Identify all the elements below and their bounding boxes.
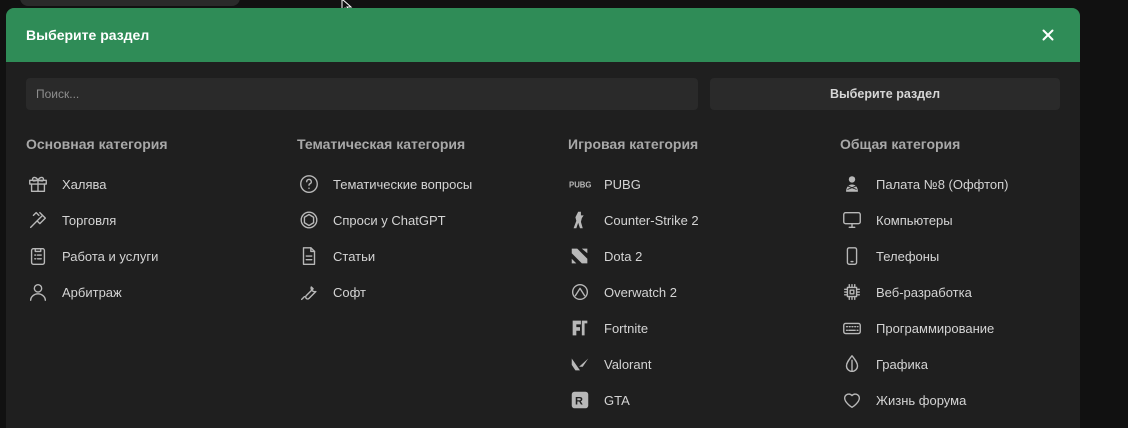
keyboard-icon (840, 316, 864, 340)
chip-icon (840, 280, 864, 304)
category-item[interactable]: Спроси у ChatGPT (297, 208, 446, 232)
category-item[interactable]: Компьютеры (840, 208, 953, 232)
patient-icon (840, 172, 864, 196)
category-item[interactable]: Valorant (568, 352, 651, 376)
fortnite-icon (568, 316, 592, 340)
category-item-label: Работа и услуги (62, 248, 159, 264)
modal-header: Выберите раздел (6, 8, 1080, 62)
category-item-label: Компьютеры (876, 212, 953, 228)
svg-text:PUBG: PUBG (569, 181, 591, 190)
svg-text:R: R (575, 396, 583, 408)
question-icon (297, 172, 321, 196)
category-item-label: Программирование (876, 320, 995, 336)
category-item-label: Телефоны (876, 248, 940, 264)
wrench-icon (297, 280, 321, 304)
category-item[interactable]: Халява (26, 172, 107, 196)
category-item-label: Dota 2 (604, 248, 643, 264)
gift-icon (26, 172, 50, 196)
dota-icon (568, 244, 592, 268)
heart-icon (840, 388, 864, 412)
counter-strike-icon (568, 208, 592, 232)
category-item-label: Графика (876, 356, 928, 372)
category-item[interactable]: Софт (297, 280, 366, 304)
category-item-label: GTA (604, 392, 630, 408)
category-item[interactable]: Палата №8 (Оффтоп) (840, 172, 1009, 196)
overwatch-icon (568, 280, 592, 304)
category-item[interactable]: Телефоны (840, 244, 939, 268)
category-item[interactable]: R GTA (568, 388, 630, 412)
category-item[interactable]: Графика (840, 352, 928, 376)
column-title: Общая категория (840, 136, 961, 152)
category-item-label: Софт (333, 284, 366, 300)
category-item[interactable]: Работа и услуги (26, 244, 158, 268)
category-item[interactable]: Fortnite (568, 316, 648, 340)
category-item-label: Спроси у ChatGPT (333, 212, 446, 228)
handshake-icon (26, 208, 50, 232)
category-item[interactable]: Тематические вопросы (297, 172, 472, 196)
phone-icon (840, 244, 864, 268)
category-item-label: Халява (62, 176, 107, 192)
close-button[interactable] (1038, 25, 1058, 45)
category-modal: Выберите раздел Выберите раздел Основная… (6, 8, 1080, 428)
select-section-button[interactable]: Выберите раздел (710, 78, 1060, 110)
category-item-label: PUBG (604, 176, 641, 192)
category-item-label: Палата №8 (Оффтоп) (876, 176, 1009, 192)
search-input[interactable] (26, 78, 698, 110)
category-item[interactable]: Программирование (840, 316, 994, 340)
monitor-icon (840, 208, 864, 232)
close-icon (1042, 29, 1054, 41)
category-item[interactable]: Overwatch 2 (568, 280, 677, 304)
category-item-label: Торговля (62, 212, 117, 228)
document-icon (297, 244, 321, 268)
user-icon (26, 280, 50, 304)
background-tab (20, 0, 240, 6)
drop-icon (840, 352, 864, 376)
category-item[interactable]: Статьи (297, 244, 375, 268)
category-item[interactable]: Арбитраж (26, 280, 122, 304)
category-item[interactable]: Counter-Strike 2 (568, 208, 699, 232)
category-item[interactable]: PUBG PUBG (568, 172, 641, 196)
category-item-label: Fortnite (604, 320, 649, 336)
category-item-label: Тематические вопросы (333, 176, 473, 192)
column-title: Тематическая категория (297, 136, 466, 152)
valorant-icon (568, 352, 592, 376)
category-item-label: Веб-разработка (876, 284, 972, 300)
gta-icon: R (568, 388, 592, 412)
pubg-icon: PUBG (568, 172, 592, 196)
category-item-label: Арбитраж (62, 284, 122, 300)
category-item[interactable]: Торговля (26, 208, 116, 232)
category-item-label: Overwatch 2 (604, 284, 677, 300)
toolbar: Выберите раздел (6, 62, 1080, 110)
column-title: Игровая категория (568, 136, 699, 152)
category-item[interactable]: Веб-разработка (840, 280, 972, 304)
category-item[interactable]: Жизнь форума (840, 388, 966, 412)
column-title: Основная категория (26, 136, 168, 152)
category-item-label: Counter-Strike 2 (604, 212, 699, 228)
category-item-label: Valorant (604, 356, 652, 372)
clipboard-icon (26, 244, 50, 268)
openai-icon (297, 208, 321, 232)
modal-title: Выберите раздел (26, 27, 150, 43)
category-item[interactable]: Dota 2 (568, 244, 642, 268)
category-item-label: Статьи (333, 248, 376, 264)
category-columns: Основная категория Халява Торговля Работа и… (6, 110, 1080, 410)
category-item-label: Жизнь форума (876, 392, 967, 408)
